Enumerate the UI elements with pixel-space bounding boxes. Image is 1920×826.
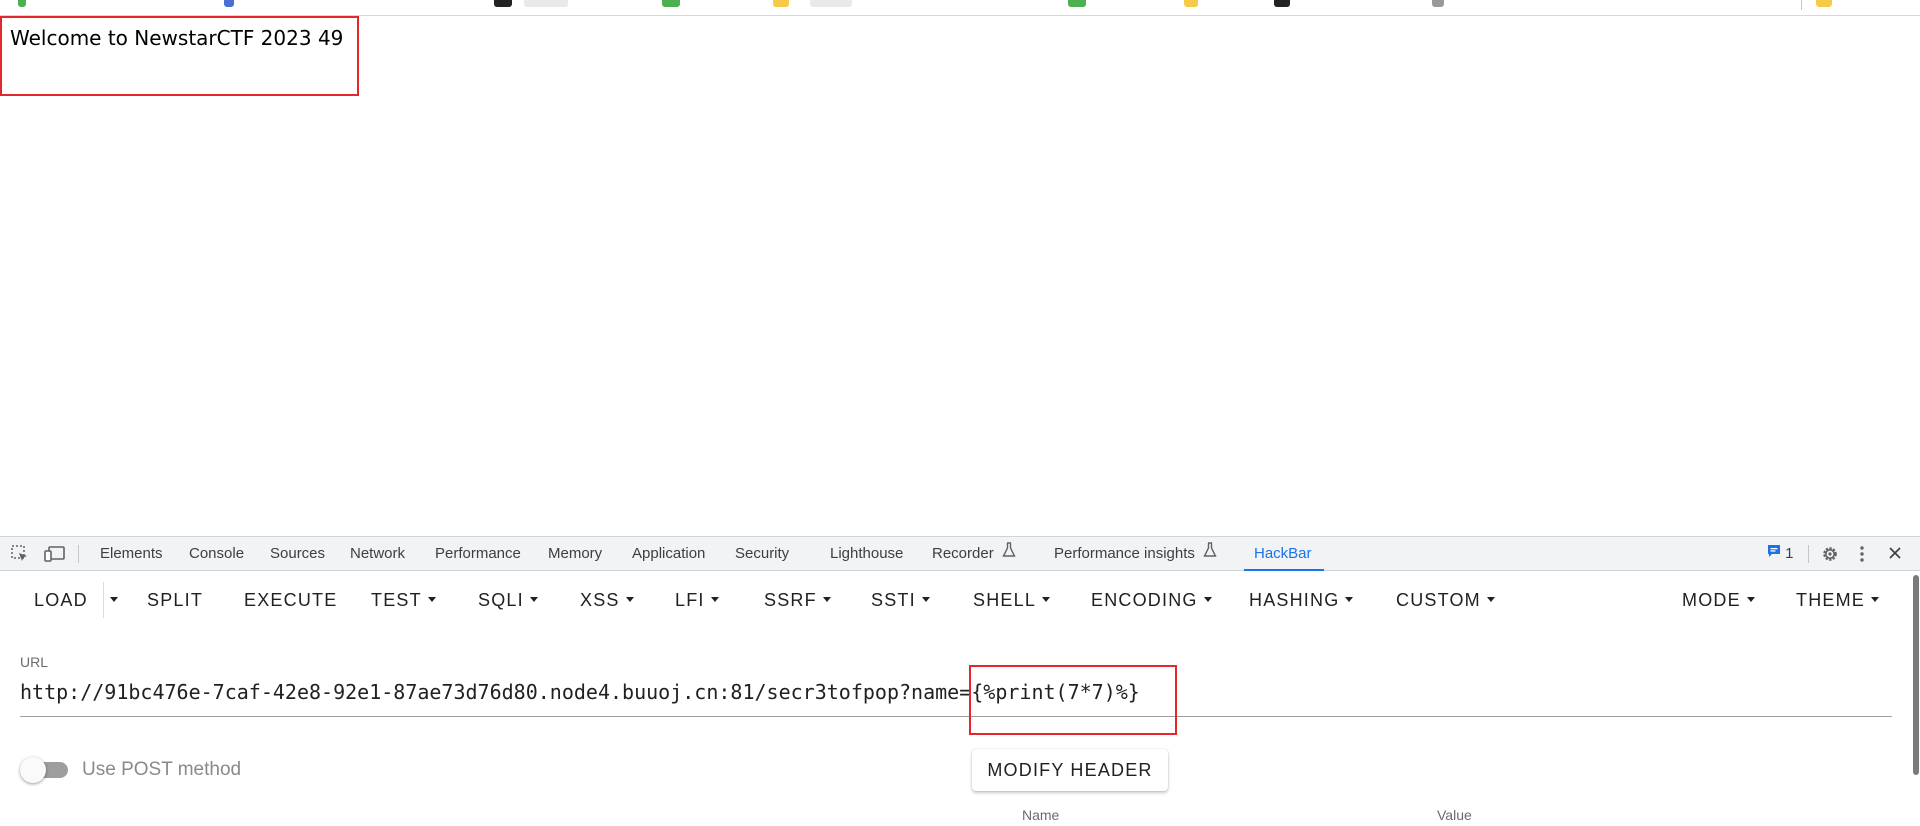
modify-header-button[interactable]: MODIFY HEADER bbox=[972, 749, 1168, 791]
issues-badge[interactable]: 1 bbox=[1767, 537, 1794, 571]
lfi-menu-button[interactable]: LFI bbox=[675, 572, 719, 628]
bookmark-icon[interactable] bbox=[224, 0, 234, 7]
highlight-box-welcome bbox=[0, 16, 359, 96]
chevron-down-icon bbox=[1345, 596, 1354, 602]
ssrf-menu-button[interactable]: SSRF bbox=[764, 572, 831, 628]
settings-gear-icon[interactable] bbox=[1821, 545, 1839, 563]
lfi-label: LFI bbox=[675, 590, 705, 610]
load-dropdown-button[interactable] bbox=[108, 572, 122, 628]
bookmark-icon[interactable] bbox=[18, 0, 26, 7]
custom-menu-button[interactable]: CUSTOM bbox=[1396, 572, 1495, 628]
experiment-flask-icon bbox=[1203, 537, 1217, 571]
hashing-label: HASHING bbox=[1249, 590, 1340, 610]
chevron-down-icon bbox=[822, 596, 831, 602]
url-underline bbox=[20, 716, 1892, 717]
bookmark-icon[interactable] bbox=[1274, 0, 1290, 7]
tab-lighthouse[interactable]: Lighthouse bbox=[830, 537, 903, 571]
tabbar-separator bbox=[78, 545, 79, 563]
more-options-icon[interactable] bbox=[1857, 545, 1867, 563]
theme-label: THEME bbox=[1796, 590, 1865, 610]
chevron-down-icon bbox=[1746, 596, 1755, 602]
page-content: Welcome to NewstarCTF 2023 49 bbox=[0, 16, 1920, 536]
devtools-panel: Elements Console Sources Network Perform… bbox=[0, 536, 1920, 826]
hackbar-toolbar: LOAD SPLIT EXECUTE TEST SQLI XSS LFI SSR… bbox=[0, 572, 1914, 628]
tabbar-separator bbox=[1808, 545, 1809, 563]
tab-sources[interactable]: Sources bbox=[270, 537, 325, 571]
chevron-down-icon bbox=[529, 596, 538, 602]
shell-menu-button[interactable]: SHELL bbox=[973, 572, 1051, 628]
bookmarks-separator bbox=[1801, 0, 1802, 10]
bookmark-icon[interactable] bbox=[773, 0, 789, 7]
chevron-down-icon bbox=[625, 596, 634, 602]
tab-network[interactable]: Network bbox=[350, 537, 405, 571]
xss-label: XSS bbox=[580, 590, 620, 610]
bookmark-icon[interactable] bbox=[494, 0, 512, 7]
tab-performance-insights-label: Performance insights bbox=[1054, 545, 1195, 562]
bookmark-icon[interactable] bbox=[1068, 0, 1086, 7]
test-label: TEST bbox=[371, 590, 422, 610]
hashing-menu-button[interactable]: HASHING bbox=[1249, 572, 1354, 628]
chevron-down-icon bbox=[1042, 596, 1051, 602]
tab-performance[interactable]: Performance bbox=[435, 537, 521, 571]
bookmark-icon[interactable] bbox=[810, 0, 852, 7]
ssti-label: SSTI bbox=[871, 590, 916, 610]
close-icon[interactable] bbox=[1887, 545, 1905, 563]
inspect-element-icon[interactable] bbox=[11, 545, 29, 563]
custom-label: CUSTOM bbox=[1396, 590, 1481, 610]
sqli-label: SQLI bbox=[478, 590, 524, 610]
highlight-box-payload bbox=[969, 665, 1177, 735]
tab-console[interactable]: Console bbox=[189, 537, 244, 571]
sqli-menu-button[interactable]: SQLI bbox=[478, 572, 538, 628]
bookmark-icon[interactable] bbox=[1184, 0, 1198, 7]
chevron-down-icon bbox=[1203, 596, 1212, 602]
tab-recorder-label: Recorder bbox=[932, 545, 994, 562]
bookmarks-bar bbox=[0, 0, 1920, 16]
chevron-down-icon bbox=[921, 596, 930, 602]
ssrf-label: SSRF bbox=[764, 590, 817, 610]
tab-performance-insights[interactable]: Performance insights bbox=[1054, 537, 1217, 571]
mode-menu-button[interactable]: MODE bbox=[1682, 572, 1755, 628]
message-icon bbox=[1767, 537, 1781, 571]
bookmark-folder-icon[interactable] bbox=[1816, 0, 1832, 7]
ssti-menu-button[interactable]: SSTI bbox=[871, 572, 930, 628]
bookmark-icon[interactable] bbox=[662, 0, 680, 7]
load-button[interactable]: LOAD bbox=[34, 572, 88, 628]
devtools-tabbar: Elements Console Sources Network Perform… bbox=[0, 537, 1920, 571]
test-menu-button[interactable]: TEST bbox=[371, 572, 436, 628]
tab-application[interactable]: Application bbox=[632, 537, 705, 571]
bookmark-icon[interactable] bbox=[524, 0, 568, 7]
encoding-label: ENCODING bbox=[1091, 590, 1198, 610]
bookmark-icon[interactable] bbox=[1432, 0, 1444, 7]
tab-hackbar[interactable]: HackBar bbox=[1244, 537, 1323, 571]
url-input[interactable]: http://91bc476e-7caf-42e8-92e1-87ae73d76… bbox=[20, 675, 1892, 709]
chevron-down-icon bbox=[710, 596, 719, 602]
toggle-knob bbox=[20, 757, 46, 783]
tab-elements[interactable]: Elements bbox=[100, 537, 163, 571]
device-toolbar-icon[interactable] bbox=[44, 545, 66, 563]
mode-label: MODE bbox=[1682, 590, 1741, 610]
load-split-separator bbox=[103, 582, 104, 618]
header-name-column: Name bbox=[1022, 807, 1060, 823]
xss-menu-button[interactable]: XSS bbox=[580, 572, 634, 628]
post-method-toggle[interactable] bbox=[20, 757, 68, 783]
split-button[interactable]: SPLIT bbox=[147, 572, 203, 628]
chevron-down-icon bbox=[1486, 596, 1495, 602]
tab-memory[interactable]: Memory bbox=[548, 537, 602, 571]
post-method-label: Use POST method bbox=[82, 759, 242, 780]
header-value-column: Value bbox=[1437, 807, 1472, 823]
execute-button[interactable]: EXECUTE bbox=[244, 572, 337, 628]
chevron-down-icon bbox=[1871, 596, 1879, 602]
encoding-menu-button[interactable]: ENCODING bbox=[1091, 572, 1212, 628]
url-label: URL bbox=[20, 654, 49, 670]
tab-security[interactable]: Security bbox=[735, 537, 789, 571]
theme-menu-button[interactable]: THEME bbox=[1796, 572, 1879, 628]
chevron-down-icon bbox=[427, 596, 436, 602]
issues-count: 1 bbox=[1785, 545, 1794, 562]
chevron-down-icon bbox=[110, 596, 118, 602]
tab-recorder[interactable]: Recorder bbox=[932, 537, 1016, 571]
panel-scrollbar-thumb[interactable] bbox=[1913, 575, 1919, 775]
experiment-flask-icon bbox=[1002, 537, 1016, 571]
shell-label: SHELL bbox=[973, 590, 1037, 610]
